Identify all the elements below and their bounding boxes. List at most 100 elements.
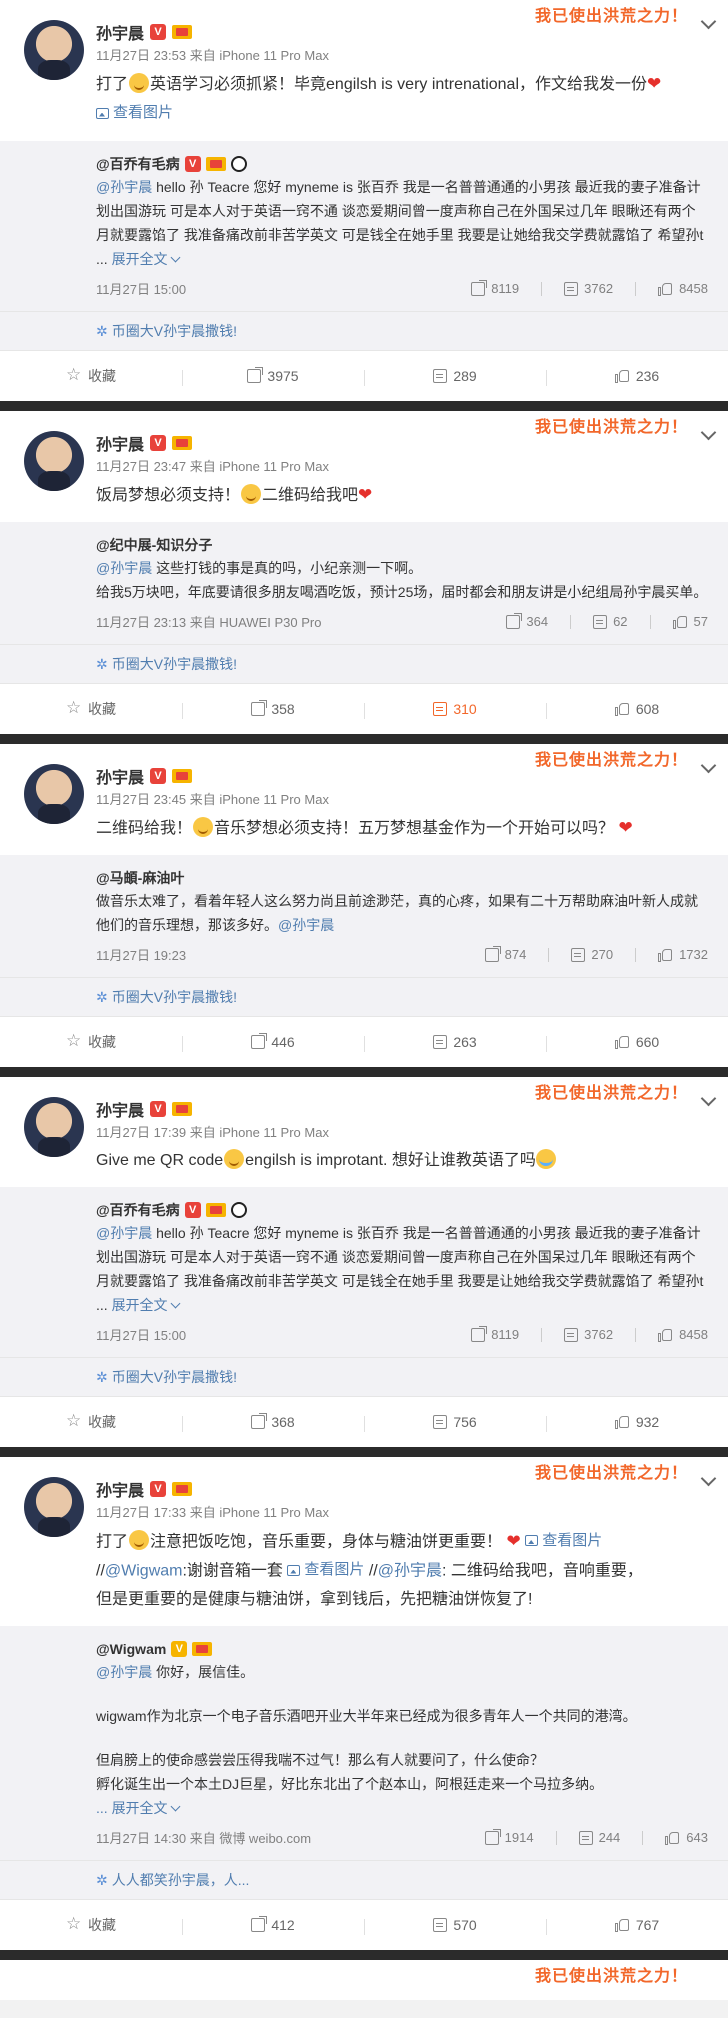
forward-button[interactable]: 412 (182, 1915, 364, 1935)
repost-comment[interactable]: 3762 (564, 281, 613, 296)
favorite-button[interactable]: 收藏 (0, 698, 182, 719)
view-image-link[interactable]: 查看图片 (525, 1527, 602, 1555)
repost-like[interactable]: 57 (672, 614, 708, 629)
avatar[interactable] (24, 763, 84, 824)
repost-body: 做音乐太难了，看着年轻人这么努力尚且前途渺茫，真的心疼，如果有二十万帮助麻油叶新… (96, 892, 698, 933)
favorite-button[interactable]: 收藏 (0, 1411, 182, 1432)
post-card: 我已使出洪荒之力！ 孙宇晨 V 11月27日 23:47 来自 iPhone 1… (0, 400, 728, 734)
like-button[interactable]: 767 (546, 1917, 728, 1935)
forward-button[interactable]: 3975 (182, 366, 364, 386)
expand-link[interactable]: ... 展开全文 (96, 1800, 181, 1816)
post-card-partial: 我已使出洪荒之力！ (0, 1949, 728, 2000)
like-button[interactable]: 932 (546, 1414, 728, 1432)
vip-crown-icon (205, 1202, 226, 1217)
post-text: 二维码给我！ 音乐梦想必须支持！五万梦想基金作为一个开始可以吗？ ❤ (96, 814, 708, 843)
like-button[interactable]: 660 (546, 1034, 728, 1052)
expand-link[interactable]: 展开全文 (112, 1297, 181, 1313)
comment-count: 310 (453, 700, 477, 717)
view-image-link[interactable]: 查看图片 (96, 99, 173, 127)
like-icon (614, 1035, 630, 1049)
repost-forward[interactable]: 874 (484, 945, 526, 962)
repost-author[interactable]: @纪中展-知识分子 (96, 535, 212, 555)
comment-button[interactable]: 570 (364, 1917, 546, 1935)
mention-link[interactable]: @孙宇晨 (96, 179, 152, 195)
mention-link[interactable]: @孙宇晨 (96, 1225, 152, 1241)
like-button[interactable]: 608 (546, 701, 728, 719)
post-time[interactable]: 11月27日 23:53 (96, 48, 186, 63)
forward-button[interactable]: 368 (182, 1412, 364, 1432)
avatar[interactable] (24, 1476, 84, 1537)
repost-comment[interactable]: 244 (578, 1830, 620, 1845)
post-source: 来自 iPhone 11 Pro Max (189, 791, 329, 807)
author-name[interactable]: 孙宇晨 (96, 1097, 144, 1121)
repost-like[interactable]: 8458 (658, 1327, 708, 1342)
post-text: Give me QR code engilsh is improtant. 想好让… (96, 1147, 708, 1175)
post-time[interactable]: 11月27日 17:33 (96, 1505, 186, 1520)
topic-link[interactable]: ✲ 币圈大V孙宇晨撒钱! (0, 643, 728, 683)
avatar[interactable] (24, 20, 84, 80)
post-time[interactable]: 11月27日 23:47 (96, 459, 186, 474)
repost-forward[interactable]: 1914 (484, 1828, 534, 1845)
topic-link[interactable]: ✲ 币圈大V孙宇晨撒钱! (0, 976, 728, 1016)
favorite-button[interactable]: 收藏 (0, 1914, 182, 1935)
author-name[interactable]: 孙宇晨 (96, 764, 144, 788)
comment-count: 3762 (584, 281, 614, 296)
author-name[interactable]: 孙宇晨 (96, 431, 144, 455)
like-button[interactable]: 236 (546, 367, 728, 386)
mention-link[interactable]: @Wigwam (105, 1563, 183, 1580)
mention-link[interactable]: @孙宇晨 (278, 917, 334, 933)
repost-like[interactable]: 643 (665, 1830, 708, 1845)
repost-time[interactable]: 11月27日 15:00 (96, 1325, 449, 1344)
favorite-button[interactable]: 收藏 (0, 1031, 182, 1052)
mention-link[interactable]: @孙宇晨 (96, 1664, 152, 1680)
comment-button[interactable]: 310 (364, 700, 546, 719)
post-text-a: Give me QR code (96, 1151, 224, 1169)
repost-like[interactable]: 8458 (658, 281, 708, 296)
repost-forward[interactable]: 8119 (471, 1325, 519, 1342)
repost-author[interactable]: @百乔有毛病 (96, 154, 180, 174)
author-name[interactable]: 孙宇晨 (96, 20, 144, 44)
repost-author[interactable]: @Wigwam (96, 1641, 166, 1657)
post-text-b: 音乐梦想必须支持！五万梦想基金作为一个开始可以吗？ (214, 819, 615, 837)
repost-comment[interactable]: 270 (571, 947, 613, 962)
repost-like[interactable]: 1732 (658, 947, 708, 962)
avatar[interactable] (24, 1096, 84, 1157)
repost-comment[interactable]: 62 (593, 614, 628, 629)
repost-comment[interactable]: 3762 (564, 1327, 613, 1342)
repost-time[interactable]: 11月27日 23:13 来自 HUAWEI P30 Pro (96, 612, 484, 631)
favorite-button[interactable]: 收藏 (0, 365, 182, 386)
chevron-down-icon (170, 1298, 181, 1308)
view-image-link[interactable]: 查看图片 (287, 1556, 364, 1584)
post-text-b: 英语学习必须抓紧！毕竟engilsh is very intrenational… (150, 76, 648, 93)
repost-author[interactable]: @马頔-麻油叶 (96, 868, 184, 888)
topic-link[interactable]: ✲ 币圈大V孙宇晨撒钱! (0, 310, 728, 350)
repost-time[interactable]: 11月27日 15:00 (96, 279, 449, 298)
repost-forward[interactable]: 364 (506, 612, 548, 629)
comment-button[interactable]: 756 (364, 1414, 546, 1432)
topic-link[interactable]: ✲ 币圈大V孙宇晨撒钱! (0, 1356, 728, 1396)
like-count: 236 (635, 367, 660, 384)
repost-forward[interactable]: 8119 (471, 279, 519, 296)
expand-link[interactable]: 展开全文 (112, 251, 181, 267)
topic-link[interactable]: ✲ 人人都笑孙宇晨，人... (0, 1859, 728, 1899)
author-name[interactable]: 孙宇晨 (96, 1477, 144, 1501)
repost-author[interactable]: @百乔有毛病 (96, 1200, 180, 1220)
repost-time[interactable]: 11月27日 19:23 (96, 945, 463, 964)
forward-count: 358 (271, 700, 295, 717)
mention-link[interactable]: @孙宇晨 (378, 1563, 442, 1580)
topic-icon: ✲ (96, 1871, 108, 1888)
laugh-cry-icon (535, 1148, 556, 1169)
forward-button[interactable]: 358 (182, 699, 364, 719)
action-bar: 收藏 446 263 660 (0, 1015, 728, 1067)
forward-count: 446 (271, 1033, 295, 1050)
post-time[interactable]: 11月27日 17:39 (96, 1125, 186, 1140)
repost-time[interactable]: 11月27日 14:30 来自 微博 weibo.com (96, 1828, 463, 1847)
avatar[interactable] (24, 430, 84, 491)
comment-button[interactable]: 289 (364, 368, 546, 386)
mention-link[interactable]: @孙宇晨 (96, 560, 152, 576)
post-time[interactable]: 11月27日 23:45 (96, 792, 186, 807)
forward-button[interactable]: 446 (182, 1032, 364, 1052)
comment-button[interactable]: 263 (364, 1034, 546, 1052)
repost-footer: 11月27日 15:00 8119 3762 8458 (96, 277, 708, 301)
topic-label: 人人都笑孙宇晨，人... (111, 1871, 250, 1888)
